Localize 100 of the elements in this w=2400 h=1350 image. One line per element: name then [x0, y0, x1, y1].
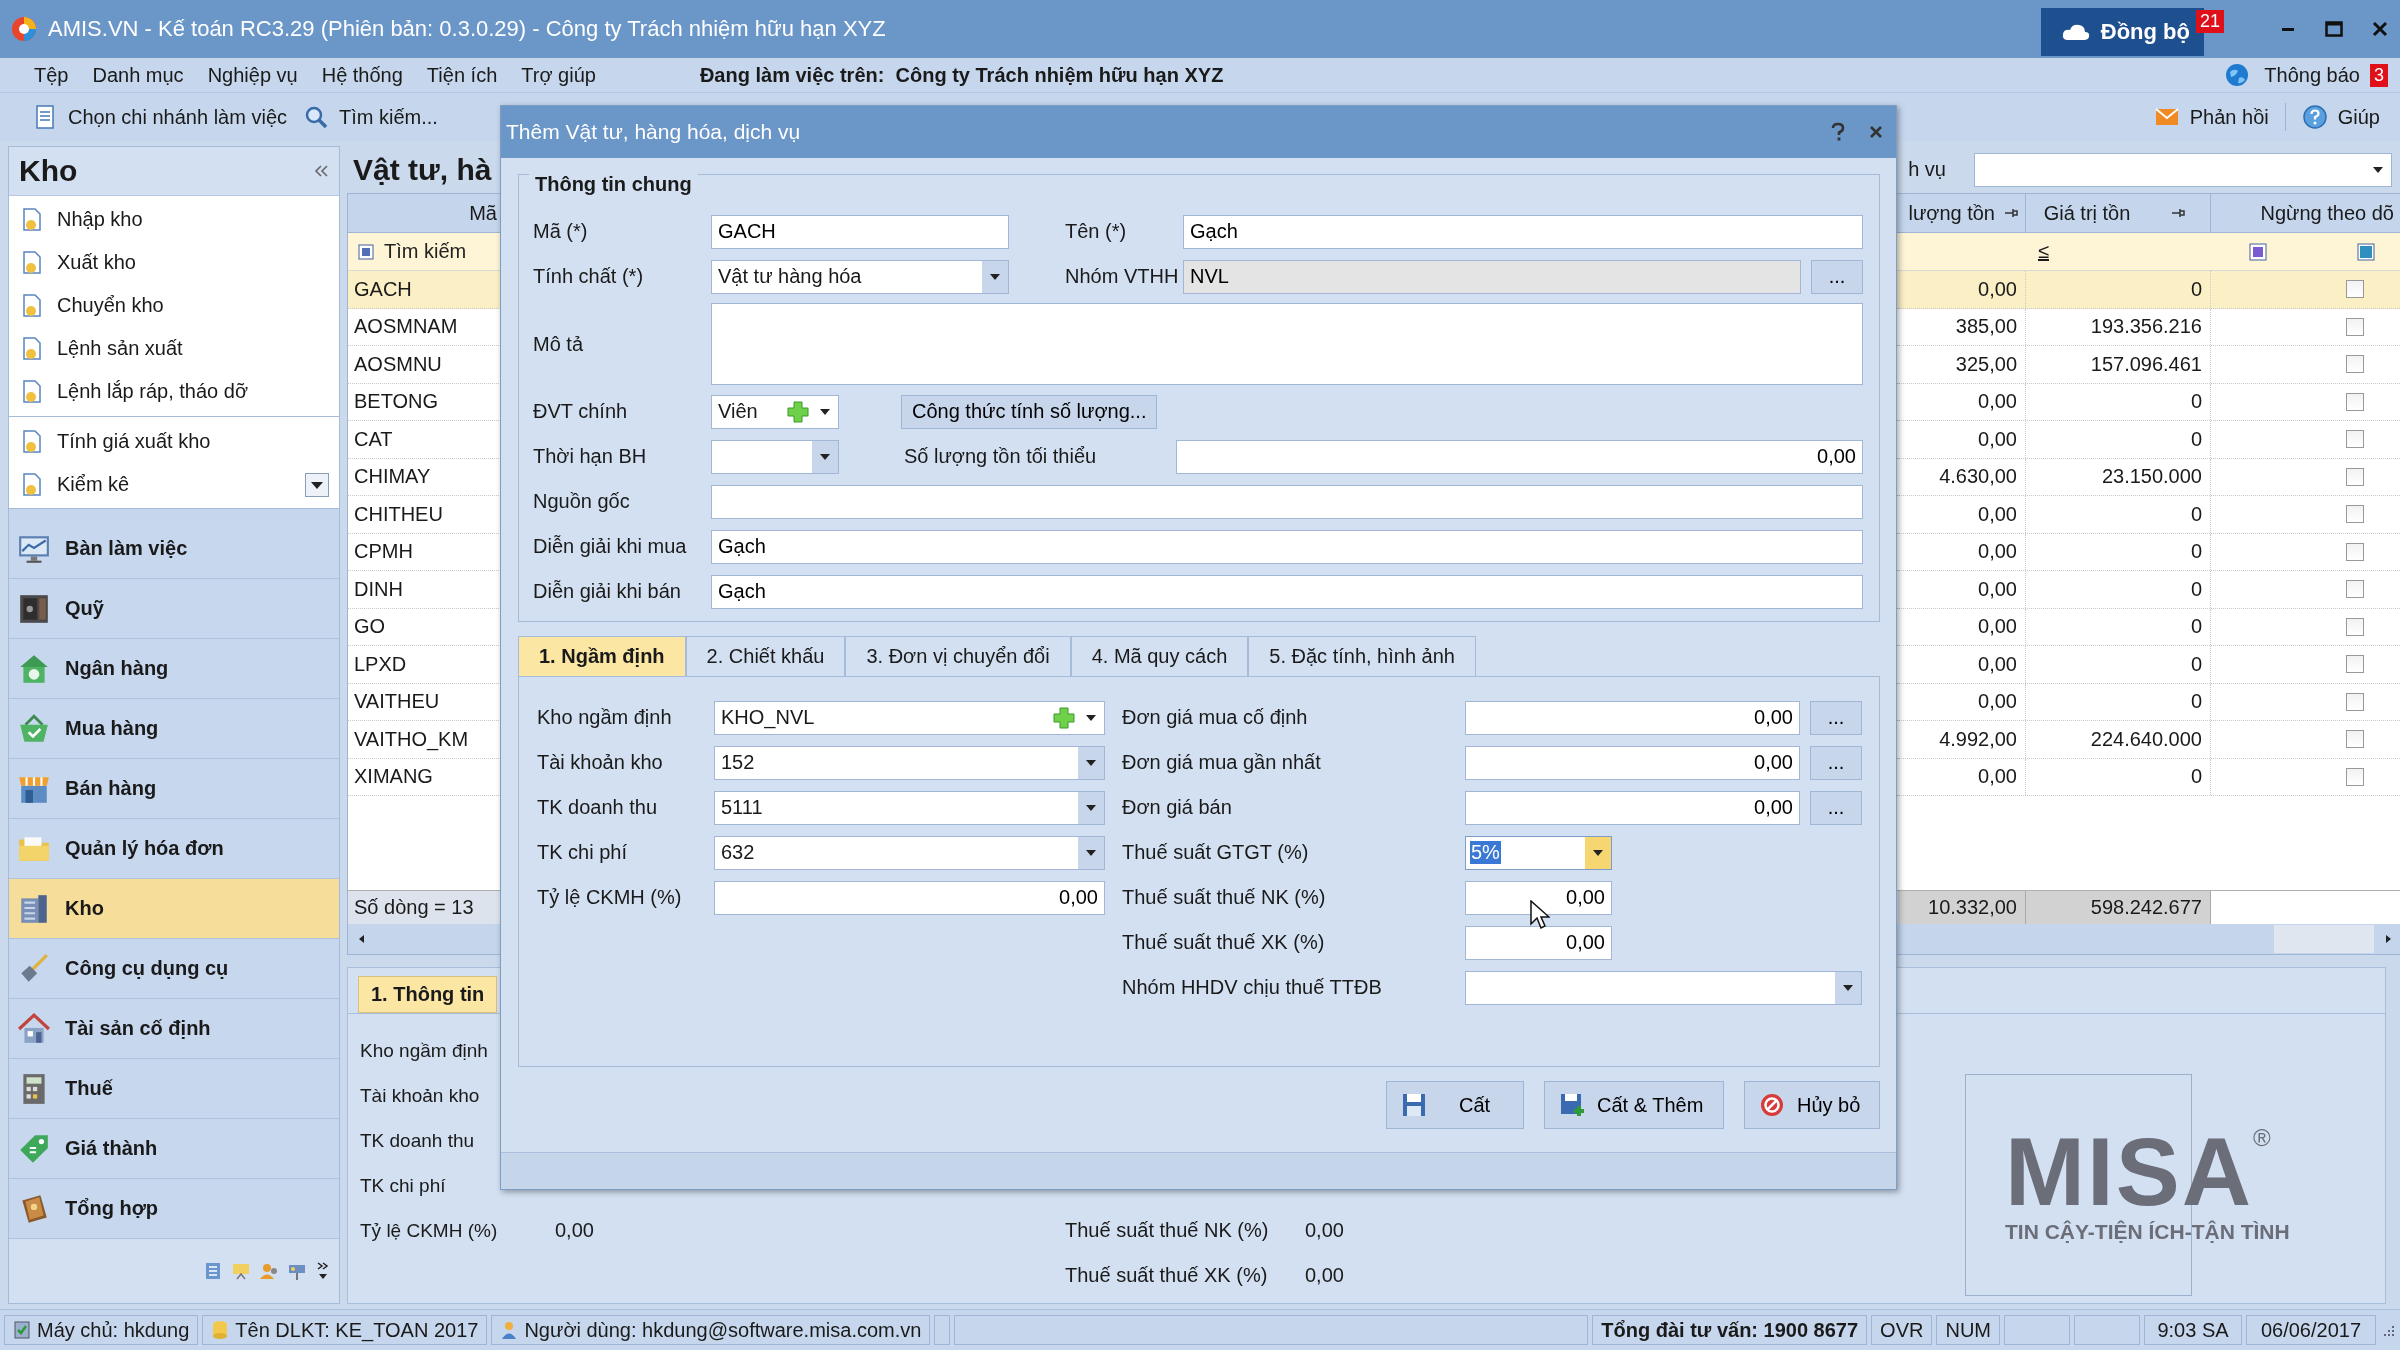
table-row[interactable]: 0,00 0	[1898, 646, 2400, 684]
menu-item[interactable]: Danh mục	[92, 63, 184, 87]
module-item[interactable]: Thuế	[9, 1059, 339, 1119]
module-item[interactable]: Bán hàng	[9, 759, 339, 819]
toolbar-button[interactable]: Chọn chi nhánh làm việc	[32, 104, 287, 130]
input-field[interactable]: Gạch	[711, 529, 1863, 564]
module-item[interactable]: Ngân hàng	[9, 639, 339, 699]
checkbox[interactable]	[2346, 730, 2364, 749]
text-area[interactable]	[711, 303, 1863, 385]
notifications-link[interactable]: Thông báo	[2264, 63, 2360, 87]
table-row[interactable]: 0,00 0	[1898, 496, 2400, 534]
scroll-down-button[interactable]	[305, 472, 329, 497]
dropdown-field[interactable]: Viên	[711, 394, 839, 429]
plus-icon[interactable]	[786, 399, 810, 424]
task-link[interactable]: Kiểm kê	[21, 472, 305, 497]
detail-tab[interactable]: 1. Thông tin	[358, 976, 498, 1013]
toolbar-button[interactable]: Phản hồi	[2153, 104, 2269, 130]
table-row[interactable]: 0,00 0	[1898, 383, 2400, 421]
menu-item[interactable]: Hệ thống	[321, 63, 403, 87]
menu-item[interactable]: Tệp	[34, 63, 69, 87]
close-icon[interactable]	[2370, 19, 2390, 39]
task-link[interactable]: Tính giá xuất kho	[21, 429, 329, 454]
checkbox[interactable]	[2346, 580, 2364, 599]
checkbox[interactable]	[2346, 467, 2364, 486]
browse-button[interactable]: ...	[1810, 745, 1862, 780]
table-row[interactable]: 325,00 157.096.461	[1898, 346, 2400, 384]
checkbox[interactable]	[2346, 767, 2364, 786]
dialog-button[interactable]: Hủy bỏ	[1744, 1081, 1880, 1129]
module-item[interactable]: Tổng hợp	[9, 1179, 339, 1239]
menu-item[interactable]: Nghiệp vụ	[207, 63, 298, 87]
input-field[interactable]	[711, 484, 1863, 519]
dropdown-field[interactable]: 5%	[1465, 835, 1612, 870]
tab[interactable]: 5. Đặc tính, hình ảnh	[1248, 636, 1476, 676]
checkbox[interactable]	[2346, 392, 2364, 411]
plus-icon[interactable]	[1052, 705, 1076, 730]
tab[interactable]: 2. Chiết khấu	[685, 636, 846, 676]
tab[interactable]: 1. Ngầm định	[518, 636, 686, 676]
module-item[interactable]: Giá thành	[9, 1119, 339, 1179]
checkbox[interactable]	[2346, 542, 2364, 561]
people-icon[interactable]	[259, 1261, 279, 1281]
dropdown-field[interactable]	[1465, 970, 1862, 1005]
checkbox[interactable]	[2346, 617, 2364, 636]
input-field[interactable]: 0,00	[1465, 925, 1612, 960]
dropdown-field[interactable]: 152	[714, 745, 1105, 780]
input-field[interactable]: NVL	[1183, 259, 1801, 294]
module-item[interactable]: Bàn làm việc	[9, 519, 339, 579]
table-row[interactable]: 4.992,00 224.640.000	[1898, 721, 2400, 759]
input-field[interactable]: Gạch	[711, 574, 1863, 609]
splitter-handle[interactable]	[9, 508, 339, 519]
presentation-icon[interactable]	[231, 1261, 251, 1281]
checkbox[interactable]	[2346, 355, 2364, 374]
task-link[interactable]: Chuyển kho	[21, 293, 329, 318]
dropdown-field[interactable]	[711, 439, 839, 474]
browse-button[interactable]: ...	[1810, 700, 1862, 735]
browse-button[interactable]: ...	[1810, 790, 1862, 825]
task-link[interactable]: Nhập kho	[21, 207, 329, 232]
checkbox[interactable]	[2346, 505, 2364, 524]
table-row[interactable]: 0,00 0	[1898, 271, 2400, 309]
input-field[interactable]: 0,00	[1465, 745, 1800, 780]
scrollbar-thumb[interactable]	[2274, 925, 2374, 953]
checkbox[interactable]	[2346, 280, 2364, 299]
column-header[interactable]: lượng tồn	[1898, 194, 2026, 232]
checkbox[interactable]	[2346, 430, 2364, 449]
input-field[interactable]: 0,00	[714, 880, 1105, 915]
checkbox[interactable]	[2346, 655, 2364, 674]
input-field[interactable]: 0,00	[1465, 790, 1800, 825]
toolbar-button[interactable]: Tìm kiếm...	[303, 104, 438, 130]
table-row[interactable]: 0,00 0	[1898, 571, 2400, 609]
module-item[interactable]: Kho	[9, 879, 339, 939]
module-item[interactable]: Mua hàng	[9, 699, 339, 759]
maximize-icon[interactable]	[2324, 19, 2344, 39]
module-item[interactable]: Quỹ	[9, 579, 339, 639]
input-field[interactable]: 0,00	[1465, 700, 1800, 735]
table-row[interactable]: 0,00 0	[1898, 421, 2400, 459]
input-field[interactable]: 0,00	[1176, 439, 1863, 474]
menu-item[interactable]: Trợ giúp	[521, 63, 596, 87]
menu-item[interactable]: Tiện ích	[426, 63, 498, 87]
table-row[interactable]: 0,00 0	[1898, 758, 2400, 796]
input-field[interactable]: 0,00	[1465, 880, 1612, 915]
dropdown-field[interactable]: Vật tư hàng hóa	[711, 259, 1009, 294]
dropdown-field[interactable]: 632	[714, 835, 1105, 870]
more-icon[interactable]	[315, 1261, 331, 1281]
filter-mode-icon[interactable]	[358, 243, 374, 260]
column-header[interactable]: Mã	[348, 194, 501, 233]
checkbox[interactable]	[2346, 317, 2364, 336]
column-header[interactable]: Ngừng theo dõ	[2211, 194, 2400, 232]
filter-checkbox-icon[interactable]	[2357, 242, 2375, 261]
dropdown-field[interactable]: 5111	[714, 790, 1105, 825]
checkbox[interactable]	[2346, 692, 2364, 711]
tab[interactable]: 4. Mã quy cách	[1070, 636, 1249, 676]
table-row[interactable]: 0,00 0	[1898, 683, 2400, 721]
task-link[interactable]: Lệnh sản xuất	[21, 336, 329, 361]
search-filter-row[interactable]: Tìm kiếm	[348, 233, 501, 271]
tab[interactable]: 3. Đơn vị chuyển đổi	[845, 636, 1071, 676]
table-row[interactable]: 0,00 0	[1898, 608, 2400, 646]
module-item[interactable]: Tài sản cố định	[9, 999, 339, 1059]
filter-mode-icon[interactable]	[2249, 242, 2267, 261]
browse-button[interactable]: ...	[1811, 259, 1863, 294]
toolbar-button[interactable]: Giúp	[2301, 104, 2380, 130]
input-field[interactable]: GACH	[711, 214, 1009, 249]
